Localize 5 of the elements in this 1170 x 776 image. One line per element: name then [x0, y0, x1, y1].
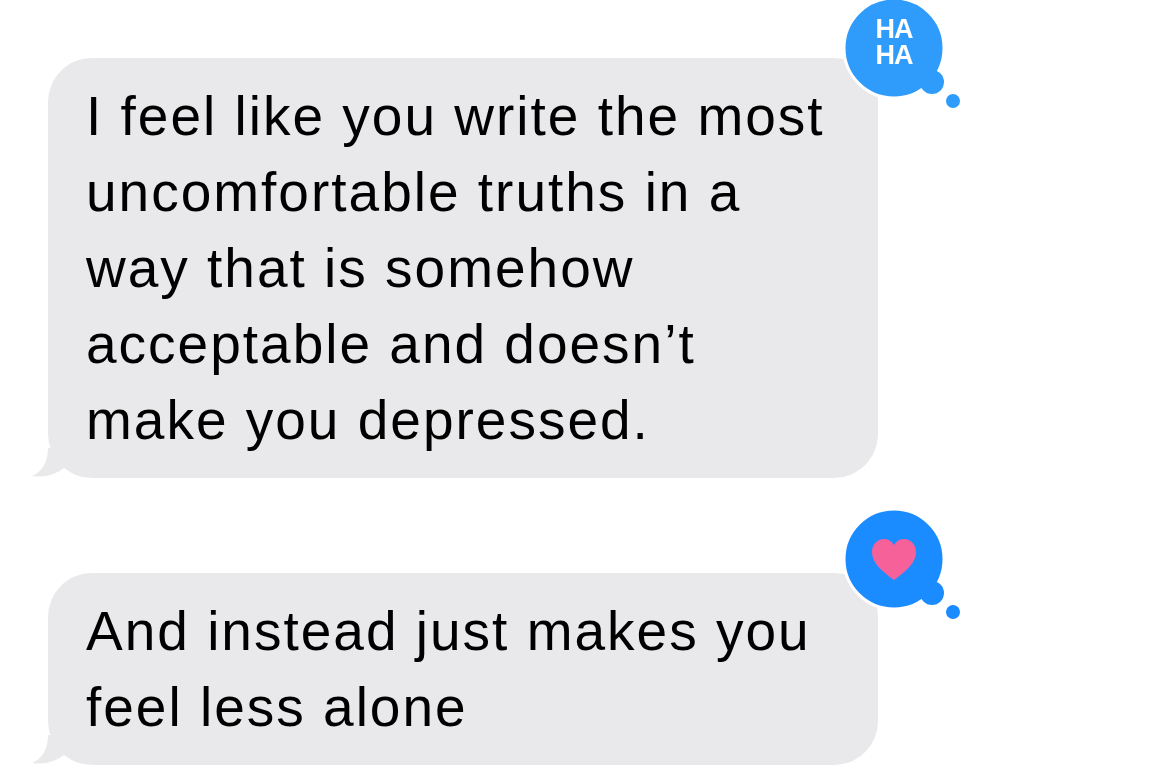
heart-icon [871, 539, 917, 581]
message-text: I feel like you write the most uncomfortable truths in a way that is somehow acceptable and doesn’t make you depressed. [86, 84, 826, 453]
haha-label: HA [875, 16, 913, 42]
haha-label: HA [875, 42, 913, 68]
message-text: And instead just makes you feel less alone [86, 599, 812, 740]
